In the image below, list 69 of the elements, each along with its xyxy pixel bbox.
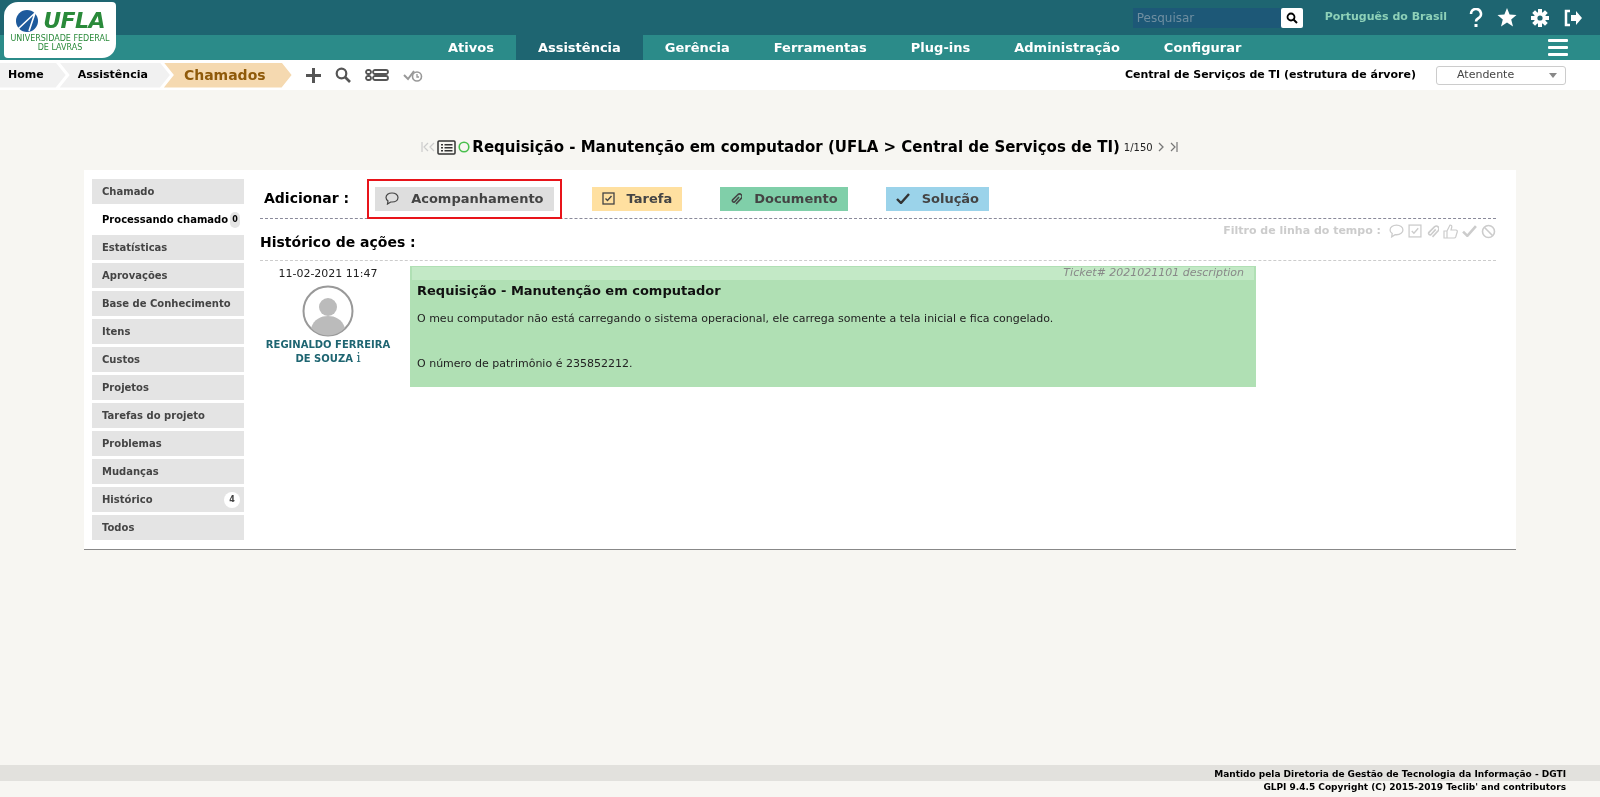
checkbox-icon bbox=[601, 192, 615, 205]
help-icon[interactable] bbox=[1469, 7, 1483, 28]
list-icon[interactable] bbox=[364, 69, 389, 81]
sidebar-tab[interactable]: Aprovações bbox=[92, 263, 244, 288]
logout-icon[interactable] bbox=[1563, 8, 1582, 27]
logo[interactable]: UFLA UNIVERSIDADE FEDERAL DE LAVRAS bbox=[4, 2, 116, 58]
menu-tab[interactable]: Ativos bbox=[426, 35, 516, 60]
thumbs-up-icon[interactable] bbox=[1443, 223, 1458, 239]
author-link[interactable]: REGINALDO FERREIRA DE SOUZA i bbox=[265, 337, 391, 365]
sidebar-tab[interactable]: Itens bbox=[92, 319, 244, 344]
menu-tab[interactable]: Plug-ins bbox=[888, 35, 993, 60]
sidebar-tab[interactable]: Estatísticas bbox=[92, 235, 244, 260]
menu-tab[interactable]: Ferramentas bbox=[751, 35, 889, 60]
checkbox-icon[interactable] bbox=[1408, 224, 1422, 239]
ticket-position: 1/150 bbox=[1123, 140, 1153, 155]
paperclip-icon bbox=[730, 191, 743, 206]
checkmark-icon[interactable] bbox=[1462, 225, 1477, 238]
avatar-silhouette-icon bbox=[302, 284, 354, 337]
sidebar-tab[interactable]: Todos bbox=[92, 515, 244, 540]
star-icon[interactable] bbox=[1497, 8, 1517, 27]
ticket-title: Requisição - Manutenção em computador (UFLA > Central de Serviços de TI) bbox=[472, 136, 1120, 158]
checkmark-icon bbox=[895, 193, 910, 204]
menu-tab[interactable]: Administração bbox=[992, 35, 1142, 60]
dropdown-caret-icon bbox=[1549, 72, 1557, 78]
speech-bubble-icon bbox=[385, 192, 400, 205]
sidebar-tab[interactable]: Custos bbox=[92, 347, 244, 372]
breadcrumb-link[interactable]: Chamados bbox=[163, 62, 292, 88]
add-followup-button[interactable]: Acompanhamento bbox=[375, 186, 554, 211]
search-field[interactable]: Pesquisar bbox=[1132, 7, 1281, 28]
breadcrumb-link[interactable]: Home bbox=[0, 62, 66, 88]
history-title: Histórico de ações : bbox=[260, 233, 416, 252]
footer-text: Mantido pela Diretoria de Gestão de Tecnologia da Informação - DGTI bbox=[1214, 768, 1566, 781]
language-link[interactable]: Português do Brasil bbox=[1324, 9, 1447, 26]
description-title: Requisição - Manutenção em computador bbox=[416, 282, 722, 300]
add-solution-button[interactable]: Solução bbox=[885, 186, 990, 211]
add-task-button[interactable]: Tarefa bbox=[591, 186, 683, 211]
profile-select[interactable]: Atendente bbox=[1436, 65, 1566, 85]
add-document-button[interactable]: Documento bbox=[720, 186, 848, 211]
count-badge: 4 bbox=[224, 491, 240, 508]
settings-icon[interactable] bbox=[1531, 8, 1549, 27]
menu-tab[interactable]: Gerência bbox=[642, 35, 752, 60]
check-clock-icon[interactable] bbox=[402, 68, 423, 82]
add-label: Adicionar : bbox=[264, 189, 350, 208]
menu-icon[interactable] bbox=[1548, 39, 1568, 56]
list-icon[interactable] bbox=[437, 139, 457, 155]
search-icon bbox=[1285, 11, 1298, 24]
status-circle-icon bbox=[458, 141, 471, 153]
description-text: O número de patrimônio é 235852212. bbox=[417, 356, 634, 372]
sidebar-tab[interactable]: Projetos bbox=[92, 375, 244, 400]
count-badge: 0 bbox=[230, 211, 240, 228]
last-page-icon[interactable] bbox=[1169, 142, 1179, 152]
sidebar-tab[interactable]: Base de Conhecimento bbox=[92, 291, 244, 316]
paperclip-icon[interactable] bbox=[1426, 223, 1439, 239]
add-icon[interactable] bbox=[305, 67, 321, 83]
next-icon[interactable] bbox=[1157, 142, 1165, 152]
menu-tab[interactable]: Configurar bbox=[1141, 35, 1264, 60]
sidebar-tab[interactable]: Chamado bbox=[92, 179, 244, 204]
sidebar-tab[interactable]: Mudanças bbox=[92, 459, 244, 484]
entry-date: 11-02-2021 11:47 bbox=[278, 266, 378, 282]
breadcrumb-link[interactable]: Assistência bbox=[59, 62, 170, 88]
search-icon[interactable] bbox=[334, 67, 351, 83]
description-text: O meu computador não está carregando o sistema operacional, ele carrega somente a tela inicial e fica congelado. bbox=[417, 310, 1055, 327]
search-button[interactable] bbox=[1280, 7, 1303, 28]
sidebar-tab[interactable]: Histórico 4 bbox=[92, 487, 244, 512]
footer-text: GLPI 9.4.5 Copyright (C) 2015-2019 Teclib' and contributors bbox=[1263, 781, 1566, 794]
menu-tab[interactable]: Assistência bbox=[515, 35, 643, 60]
sidebar-tab[interactable]: Tarefas do projeto bbox=[92, 403, 244, 428]
entity-label: Central de Serviços de TI (estrutura de árvore) bbox=[1125, 66, 1416, 83]
sidebar-tab[interactable]: Problemas bbox=[92, 431, 244, 456]
